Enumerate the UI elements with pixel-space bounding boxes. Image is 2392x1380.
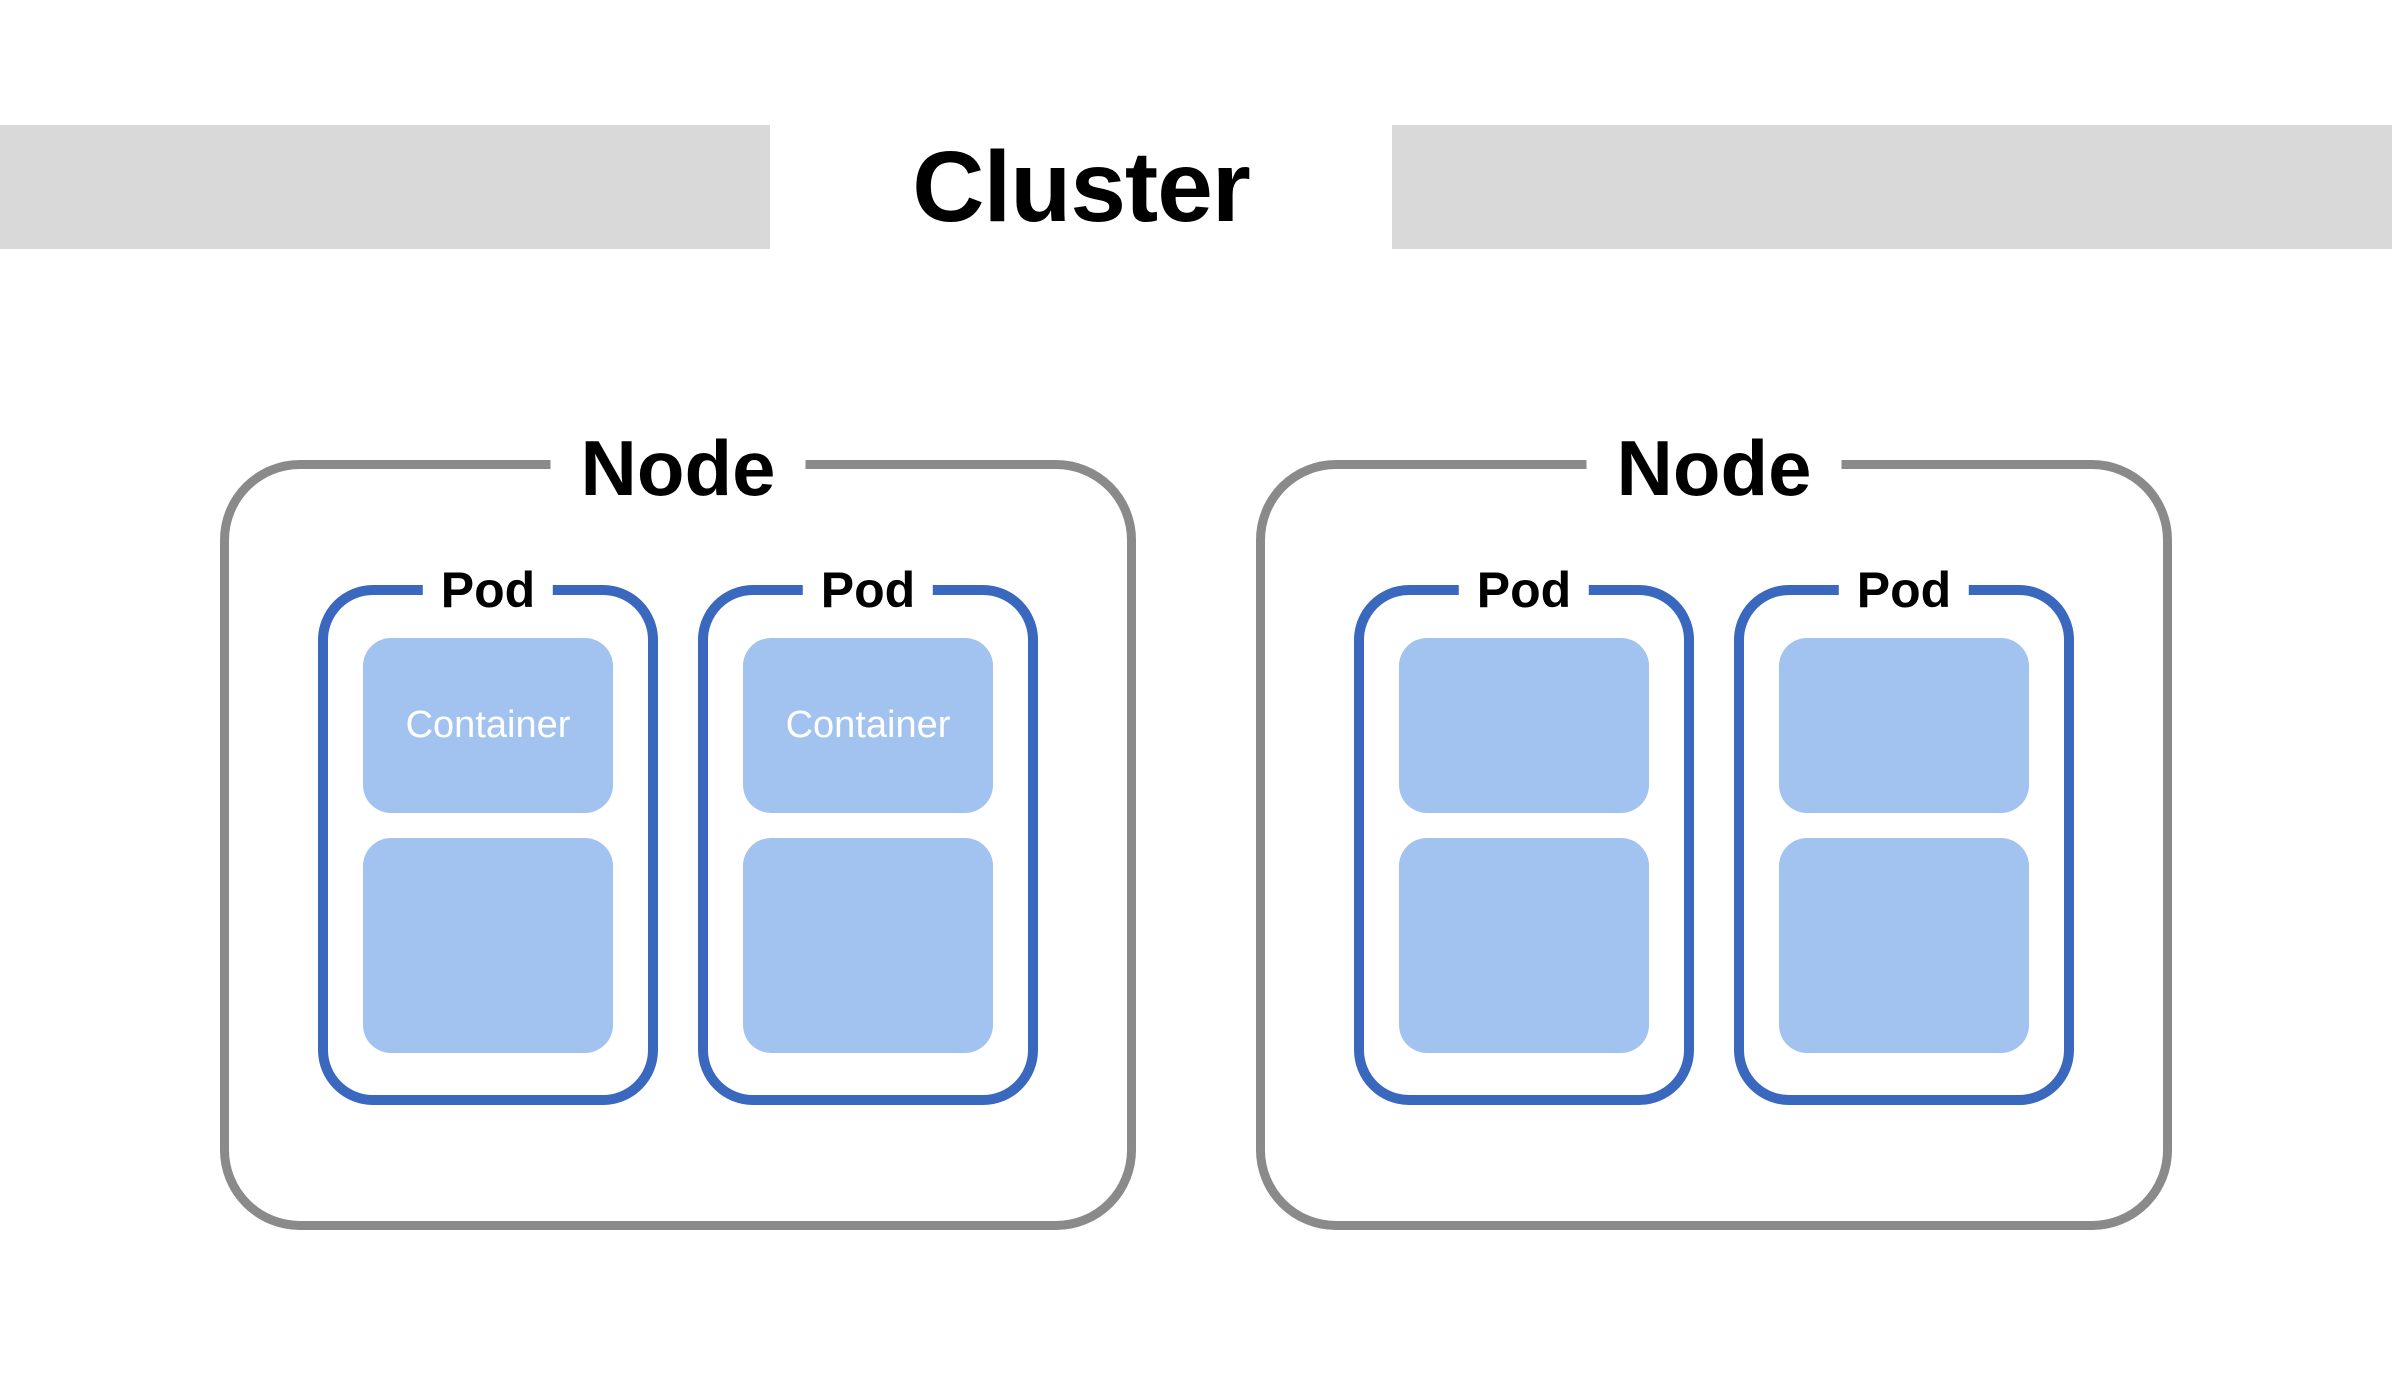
container-box: Container [743, 638, 993, 813]
cluster-title: Cluster [770, 130, 1392, 245]
pod-box: Pod [1734, 585, 2074, 1105]
container-box: Container [363, 638, 613, 813]
container-label: Container [406, 704, 571, 747]
node-box: Node Pod Container Pod Container [220, 460, 1136, 1230]
header-band-left [0, 125, 770, 249]
container-box [1779, 638, 2029, 813]
cluster-header: Cluster [0, 125, 2392, 249]
pod-label: Pod [423, 561, 553, 619]
container-box [1399, 838, 1649, 1053]
pod-label: Pod [803, 561, 933, 619]
pod-box: Pod Container [318, 585, 658, 1105]
header-band-right [1392, 125, 2392, 249]
pod-box: Pod [1354, 585, 1694, 1105]
node-label: Node [551, 423, 806, 514]
pod-box: Pod Container [698, 585, 1038, 1105]
pod-label: Pod [1459, 561, 1589, 619]
container-box [743, 838, 993, 1053]
container-label: Container [786, 704, 951, 747]
pod-label: Pod [1839, 561, 1969, 619]
nodes-container: Node Pod Container Pod Container Node Po… [220, 460, 2172, 1230]
node-label: Node [1587, 423, 1842, 514]
container-box [1399, 638, 1649, 813]
container-box [1779, 838, 2029, 1053]
node-box: Node Pod Pod [1256, 460, 2172, 1230]
container-box [363, 838, 613, 1053]
